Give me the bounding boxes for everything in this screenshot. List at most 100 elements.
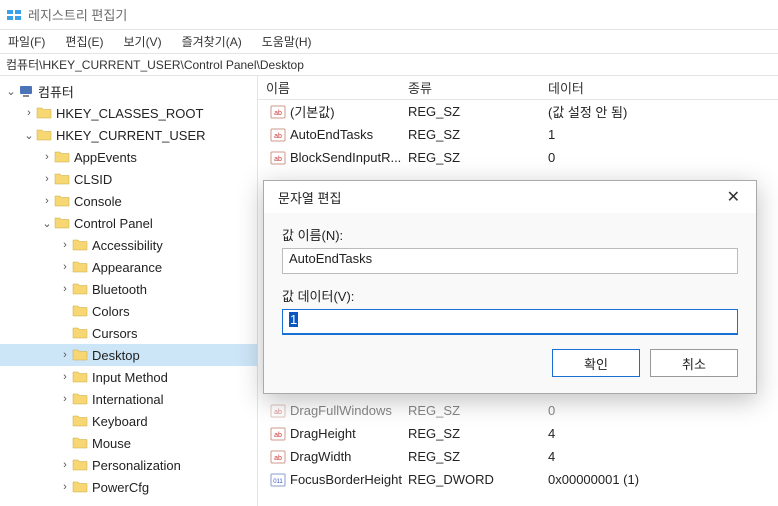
value-data-cell: 1 — [548, 127, 778, 142]
chevron-right-icon[interactable]: › — [58, 283, 72, 295]
menu-help[interactable]: 도움말(H) — [258, 31, 316, 52]
chevron-right-icon[interactable]: › — [58, 459, 72, 471]
list-row[interactable]: 011FocusBorderHeightREG_DWORD0x00000001 … — [258, 468, 778, 491]
chevron-right-icon[interactable]: › — [58, 393, 72, 405]
tree-item[interactable]: ›Personalization — [0, 454, 257, 476]
chevron-right-icon[interactable]: › — [58, 239, 72, 251]
tree-item-label: Accessibility — [92, 238, 163, 253]
tree-item-label: Appearance — [92, 260, 162, 275]
col-header-data[interactable]: 데이터 — [548, 78, 778, 97]
chevron-right-icon[interactable]: › — [58, 481, 72, 493]
chevron-right-icon[interactable]: › — [40, 173, 54, 185]
tree-item-label: AppEvents — [74, 150, 137, 165]
list-row[interactable]: abDragWidthREG_SZ4 — [258, 445, 778, 468]
tree-item[interactable]: › Appearance — [0, 256, 257, 278]
folder-icon — [54, 216, 70, 230]
value-type-cell: REG_SZ — [408, 104, 548, 119]
folder-icon — [72, 480, 88, 494]
close-icon[interactable]: ✕ — [721, 187, 746, 207]
tree-item[interactable]: › CLSID — [0, 168, 257, 190]
tree-item[interactable]: › Input Method — [0, 366, 257, 388]
col-header-name[interactable]: 이름 — [258, 78, 408, 97]
svg-text:ab: ab — [274, 110, 282, 117]
tree-item[interactable]: ›International — [0, 388, 257, 410]
tree-item[interactable]: ⌄HKEY_CURRENT_USER — [0, 124, 257, 146]
chevron-right-icon[interactable]: › — [40, 195, 54, 207]
tree-item[interactable]: ⌄ Control Panel — [0, 212, 257, 234]
addressbar[interactable]: 컴퓨터\HKEY_CURRENT_USER\Control Panel\Desk… — [0, 54, 778, 76]
svg-text:ab: ab — [274, 156, 282, 163]
tree-item[interactable]: Mouse — [0, 432, 257, 454]
tree-item-label: PowerCfg — [92, 480, 149, 495]
chevron-right-icon[interactable]: › — [40, 151, 54, 163]
tree-item[interactable]: Cursors — [0, 322, 257, 344]
list-row[interactable]: abBlockSendInputR...REG_SZ0 — [258, 146, 778, 169]
tree-item-label: Input Method — [92, 370, 168, 385]
tree-item[interactable]: › Console — [0, 190, 257, 212]
tree-item[interactable]: ›Desktop — [0, 344, 257, 366]
menu-edit[interactable]: 편집(E) — [61, 31, 107, 52]
tree-item[interactable]: ›HKEY_CLASSES_ROOT — [0, 102, 257, 124]
chevron-right-icon[interactable]: › — [22, 107, 36, 119]
tree-item-label: Mouse — [92, 436, 131, 451]
value-name-field[interactable]: AutoEndTasks — [282, 248, 738, 274]
tree-item[interactable]: › PowerCfg — [0, 476, 257, 498]
string-value-icon: ab — [270, 150, 286, 166]
dialog-buttons: 확인 취소 — [282, 349, 738, 377]
string-value-icon: ab — [270, 449, 286, 465]
tree-item-label: CLSID — [74, 172, 112, 187]
folder-icon — [72, 392, 88, 406]
chevron-down-icon[interactable]: ⌄ — [22, 129, 36, 142]
tree-item[interactable]: Colors — [0, 300, 257, 322]
tree-item[interactable]: Keyboard — [0, 410, 257, 432]
col-header-type[interactable]: 종류 — [408, 78, 548, 97]
value-type-cell: REG_SZ — [408, 426, 548, 441]
value-name-label: 값 이름(N): — [282, 225, 738, 244]
list-row[interactable]: abAutoEndTasksREG_SZ1 — [258, 123, 778, 146]
folder-icon — [54, 194, 70, 208]
tree-item-label: Console — [74, 194, 122, 209]
tree-item[interactable]: › Accessibility — [0, 234, 257, 256]
value-type-cell: REG_SZ — [408, 150, 548, 165]
dialog-title: 문자열 편집 — [278, 188, 341, 207]
value-type-cell: REG_SZ — [408, 449, 548, 464]
tree-item[interactable]: › AppEvents — [0, 146, 257, 168]
list-row[interactable]: ab(기본값)REG_SZ(값 설정 안 됨) — [258, 100, 778, 123]
value-data-field[interactable]: 1 — [282, 309, 738, 335]
dialog-titlebar[interactable]: 문자열 편집 ✕ — [264, 181, 756, 213]
cancel-button[interactable]: 취소 — [650, 349, 738, 377]
value-name-cell: abBlockSendInputR... — [258, 150, 408, 166]
menu-favorites[interactable]: 즐겨찾기(A) — [178, 31, 246, 52]
folder-icon — [72, 238, 88, 252]
folder-icon — [72, 260, 88, 274]
svg-text:011: 011 — [273, 479, 283, 485]
tree-pane[interactable]: ⌄컴퓨터›HKEY_CLASSES_ROOT⌄HKEY_CURRENT_USER… — [0, 76, 258, 506]
folder-icon — [72, 414, 88, 428]
menu-file[interactable]: 파일(F) — [4, 31, 49, 52]
chevron-right-icon[interactable]: › — [58, 261, 72, 273]
menu-view[interactable]: 보기(V) — [119, 31, 165, 52]
folder-icon — [72, 348, 88, 362]
list-row[interactable]: abDragHeightREG_SZ4 — [258, 422, 778, 445]
tree-item[interactable]: ⌄컴퓨터 — [0, 80, 257, 102]
value-data-cell: 4 — [548, 449, 778, 464]
tree-item-label: Cursors — [92, 326, 138, 341]
tree-item-label: Control Panel — [74, 216, 153, 231]
value-name-cell: abDragHeight — [258, 426, 408, 442]
binary-value-icon: 011 — [270, 472, 286, 488]
list-row[interactable]: abDragFullWindowsREG_SZ0 — [258, 399, 778, 422]
chevron-right-icon[interactable]: › — [58, 371, 72, 383]
chevron-right-icon[interactable]: › — [58, 349, 72, 361]
svg-text:ab: ab — [274, 432, 282, 439]
tree-item-label: Keyboard — [92, 414, 148, 429]
tree-item[interactable]: ›Bluetooth — [0, 278, 257, 300]
ok-button[interactable]: 확인 — [552, 349, 640, 377]
string-value-icon: ab — [270, 104, 286, 120]
string-value-icon: ab — [270, 426, 286, 442]
chevron-down-icon[interactable]: ⌄ — [4, 85, 18, 98]
chevron-down-icon[interactable]: ⌄ — [40, 217, 54, 230]
folder-icon — [54, 172, 70, 186]
folder-icon — [72, 304, 88, 318]
value-data-cell: 0 — [548, 150, 778, 165]
tree-item-label: Colors — [92, 304, 130, 319]
